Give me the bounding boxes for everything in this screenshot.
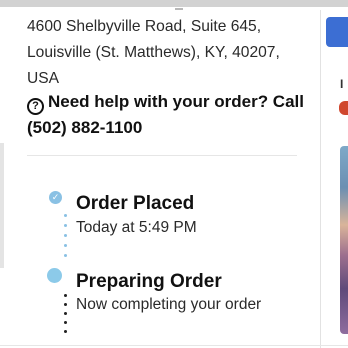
section-divider	[27, 155, 297, 156]
help-line-1: ? Need help with your order? Call	[27, 89, 309, 115]
help-question-icon: ?	[27, 98, 44, 115]
help-call-link[interactable]: ? Need help with your order? Call (502) 8…	[27, 89, 309, 141]
store-address: 4600 Shelbyville Road, Suite 645, Louisv…	[27, 14, 307, 92]
connector-dot-dark	[64, 312, 67, 315]
address-line-2: Louisville (St. Matthews), KY, 40207,	[27, 44, 280, 61]
adjacent-heading-fragment: I	[340, 77, 344, 91]
adjacent-blue-button[interactable]	[326, 17, 348, 47]
adjacent-photo-image	[340, 146, 348, 334]
step-subtitle-preparing-order: Now completing your order	[76, 296, 262, 313]
order-status-screen: 4600 Shelbyville Road, Suite 645, Louisv…	[0, 0, 348, 348]
connector-dot-dark	[64, 330, 67, 333]
top-scroll-edge	[0, 0, 348, 7]
address-line-1: 4600 Shelbyville Road, Suite 645,	[27, 18, 262, 35]
connector-dot	[64, 234, 67, 237]
adjacent-red-badge-icon	[339, 101, 348, 115]
step-title-preparing-order: Preparing Order	[76, 271, 222, 292]
step-title-order-placed: Order Placed	[76, 193, 195, 214]
connector-dot	[64, 244, 67, 247]
help-phone-number[interactable]: (502) 882-1100	[27, 115, 309, 141]
progress-dot-icon	[47, 268, 62, 283]
help-text: Need help with your order? Call	[48, 92, 304, 111]
bottom-divider	[0, 345, 348, 346]
check-circle-icon: ✓	[49, 191, 62, 204]
connector-dot	[64, 214, 67, 217]
connector-dot	[64, 224, 67, 227]
connector-dot-dark	[64, 294, 67, 297]
left-panel-edge	[0, 143, 4, 268]
connector-dot-dark	[64, 303, 67, 306]
connector-dot	[64, 254, 67, 257]
step-subtitle-order-placed: Today at 5:49 PM	[76, 219, 197, 236]
connector-dot-dark	[64, 321, 67, 324]
